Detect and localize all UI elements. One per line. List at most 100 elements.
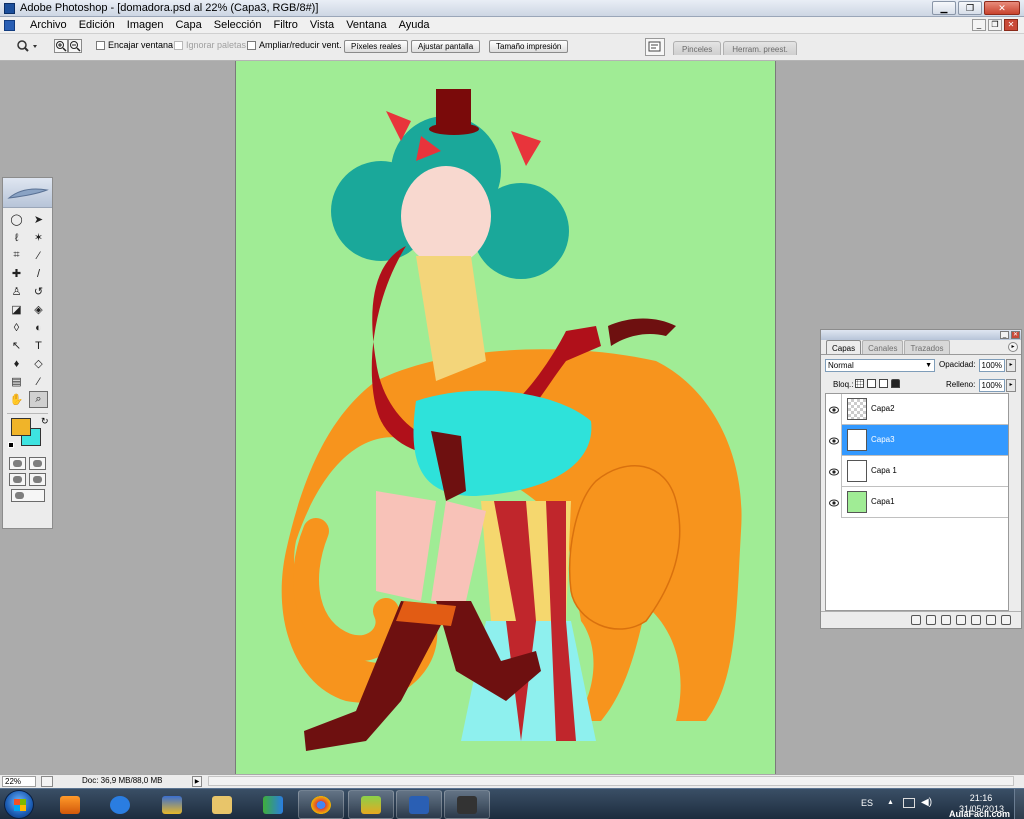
zoom-level-field[interactable]: 22%: [2, 776, 36, 787]
layer-thumbnail[interactable]: [847, 398, 867, 420]
healing-brush-button[interactable]: ✚: [7, 265, 26, 282]
paint-bucket-button[interactable]: ◈: [29, 301, 48, 318]
path-selection-button[interactable]: ↖: [7, 337, 26, 354]
layer-link-column[interactable]: [842, 456, 846, 487]
layer-thumbnail[interactable]: [847, 491, 867, 513]
menu-capa[interactable]: Capa: [169, 19, 207, 31]
ampliar-reducir-checkbox[interactable]: [247, 40, 256, 50]
pen-tool-button[interactable]: ♦: [7, 355, 26, 372]
layer-row[interactable]: Capa2: [826, 394, 1008, 425]
navigator-icon[interactable]: [41, 776, 53, 787]
opacity-slider-button[interactable]: ▸: [1006, 359, 1016, 372]
start-button[interactable]: [4, 790, 34, 819]
pixeles-reales-button[interactable]: Píxeles reales: [344, 40, 409, 53]
taskbar-file-explorer[interactable]: [199, 790, 245, 819]
marquee-tool-button[interactable]: ◯: [7, 211, 26, 228]
zoom-in-button[interactable]: [54, 39, 68, 53]
zoom-tool-button[interactable]: ⌕: [29, 391, 48, 408]
menu-ventana[interactable]: Ventana: [340, 19, 392, 31]
link-layers-icon[interactable]: [911, 615, 921, 625]
visibility-toggle[interactable]: [826, 394, 842, 425]
ampliar-reducir-option[interactable]: Ampliar/reducir vent.: [247, 40, 342, 50]
layer-row[interactable]: Capa3: [826, 425, 1008, 456]
taskbar-photo-app[interactable]: [348, 790, 394, 819]
tab-herram-preest[interactable]: Herram. preest.: [723, 41, 797, 55]
default-colors-icon[interactable]: [8, 442, 14, 448]
show-desktop-button[interactable]: [1014, 789, 1024, 819]
menu-ayuda[interactable]: Ayuda: [393, 19, 436, 31]
type-tool-button[interactable]: T: [29, 337, 48, 354]
standard-mode-button[interactable]: [9, 457, 26, 470]
taskbar-media-player[interactable]: [47, 790, 93, 819]
brush-tool-button[interactable]: /: [29, 265, 48, 282]
visibility-toggle[interactable]: [826, 425, 842, 456]
zoom-tool-preset[interactable]: [16, 39, 37, 53]
lock-transparency-icon[interactable]: [855, 379, 864, 388]
restore-button[interactable]: ❐: [958, 1, 982, 15]
blur-tool-button[interactable]: ◊: [7, 319, 26, 336]
screen-mode-standard-button[interactable]: [9, 473, 26, 486]
layer-row[interactable]: Capa 1: [826, 456, 1008, 487]
show-hidden-icons[interactable]: ▲: [887, 799, 894, 806]
layer-thumbnail[interactable]: [847, 460, 867, 482]
minimize-button[interactable]: ▁: [932, 1, 956, 15]
horizontal-scrollbar[interactable]: [208, 776, 1014, 786]
layer-mask-icon[interactable]: [941, 615, 951, 625]
lock-image-icon[interactable]: [867, 379, 876, 388]
trash-icon[interactable]: [1001, 615, 1011, 625]
layer-row[interactable]: Capa1: [826, 487, 1008, 518]
lock-all-icon[interactable]: [891, 379, 900, 388]
language-indicator[interactable]: ES: [861, 798, 873, 808]
visibility-toggle[interactable]: [826, 456, 842, 487]
notes-tool-button[interactable]: ▤: [7, 373, 26, 390]
dodge-tool-button[interactable]: ◐: [29, 319, 48, 336]
shape-tool-button[interactable]: ◇: [29, 355, 48, 372]
doc-close-button[interactable]: ✕: [1004, 19, 1018, 31]
adjustment-layer-icon[interactable]: [956, 615, 966, 625]
tab-pinceles[interactable]: Pinceles: [673, 41, 722, 55]
visibility-toggle[interactable]: [826, 487, 842, 518]
blend-mode-select[interactable]: Normal ▼: [825, 359, 935, 372]
layers-minimize-button[interactable]: _: [1000, 331, 1009, 339]
document-canvas[interactable]: [235, 61, 776, 774]
palette-menu-icon[interactable]: ▸: [1008, 342, 1018, 352]
taskbar-photoshop[interactable]: [396, 790, 442, 819]
lock-position-icon[interactable]: [879, 379, 888, 388]
menu-seleccion[interactable]: Selección: [208, 19, 268, 31]
layer-link-column[interactable]: [842, 425, 846, 456]
layers-close-button[interactable]: ✕: [1011, 331, 1020, 339]
magic-wand-button[interactable]: ✶: [29, 229, 48, 246]
history-brush-button[interactable]: ↺: [29, 283, 48, 300]
volume-icon[interactable]: ◀): [921, 797, 932, 808]
menu-vista[interactable]: Vista: [304, 19, 340, 31]
eraser-tool-button[interactable]: ◪: [7, 301, 26, 318]
network-icon[interactable]: [903, 798, 915, 808]
layer-link-column[interactable]: [842, 394, 846, 425]
zoom-out-button[interactable]: [68, 39, 82, 53]
close-button[interactable]: ✕: [984, 1, 1020, 15]
doc-restore-button[interactable]: ❐: [988, 19, 1002, 31]
hand-tool-button[interactable]: ✋: [7, 391, 26, 408]
taskbar-chrome[interactable]: [298, 790, 344, 819]
menu-imagen[interactable]: Imagen: [121, 19, 170, 31]
encajar-ventana-option[interactable]: Encajar ventana: [96, 40, 173, 50]
new-layer-icon[interactable]: [986, 615, 996, 625]
document-icon[interactable]: [4, 20, 15, 31]
foreground-color-swatch[interactable]: [11, 418, 31, 436]
palette-well-button[interactable]: [645, 38, 665, 56]
doc-minimize-button[interactable]: _: [972, 19, 986, 31]
layer-thumbnail[interactable]: [847, 429, 867, 451]
tab-trazados[interactable]: Trazados: [904, 340, 950, 354]
lasso-tool-button[interactable]: ℓ: [7, 229, 26, 246]
eyedropper-button[interactable]: ⁄: [29, 373, 48, 390]
opacity-input[interactable]: 100%: [979, 359, 1005, 372]
taskbar-painter[interactable]: [444, 790, 490, 819]
swap-colors-icon[interactable]: ↻: [41, 416, 49, 427]
ajustar-pantalla-button[interactable]: Ajustar pantalla: [411, 40, 481, 53]
jump-to-imageready-button[interactable]: [10, 489, 45, 502]
tools-palette-header[interactable]: [3, 178, 52, 208]
layer-style-icon[interactable]: [926, 615, 936, 625]
menu-edicion[interactable]: Edición: [73, 19, 121, 31]
taskbar-messenger[interactable]: [250, 790, 296, 819]
tab-capas[interactable]: Capas: [826, 340, 862, 354]
